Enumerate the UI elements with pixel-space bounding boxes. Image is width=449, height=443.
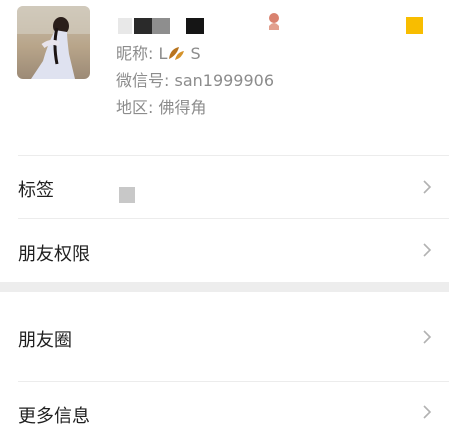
- row-tags[interactable]: 标签: [0, 156, 449, 218]
- yellow-badge: [406, 17, 423, 34]
- row-friend-permissions[interactable]: 朋友权限: [0, 219, 449, 282]
- section-separator: [0, 282, 449, 292]
- location-pin-icon: [267, 12, 281, 36]
- redacted-block: [119, 187, 135, 203]
- region: 地区: 佛得角: [116, 98, 207, 117]
- chevron-right-icon: [423, 180, 432, 194]
- chevron-right-icon: [423, 330, 432, 344]
- redacted-block: [186, 18, 204, 34]
- redacted-block: [152, 18, 170, 34]
- row-label: 标签: [18, 180, 54, 201]
- avatar[interactable]: [17, 6, 90, 79]
- chevron-right-icon: [423, 243, 432, 257]
- leaf-emoji-icon: [167, 45, 185, 66]
- row-more-info[interactable]: 更多信息: [0, 382, 449, 443]
- nickname-line: 昵称: L S: [116, 44, 201, 66]
- row-label: 朋友圈: [18, 330, 72, 351]
- row-moments[interactable]: 朋友圈: [0, 292, 449, 381]
- nickname-tail: S: [190, 44, 201, 63]
- nickname-label: 昵称: L: [116, 44, 168, 63]
- wechat-id: 微信号: san1999906: [116, 71, 275, 90]
- profile-header[interactable]: 昵称: L S 微信号: san1999906 地区: 佛得角: [0, 0, 449, 150]
- redacted-block: [134, 18, 152, 34]
- chevron-right-icon: [423, 405, 432, 419]
- row-label: 更多信息: [18, 406, 90, 427]
- row-label: 朋友权限: [18, 244, 90, 265]
- redacted-block: [118, 18, 132, 34]
